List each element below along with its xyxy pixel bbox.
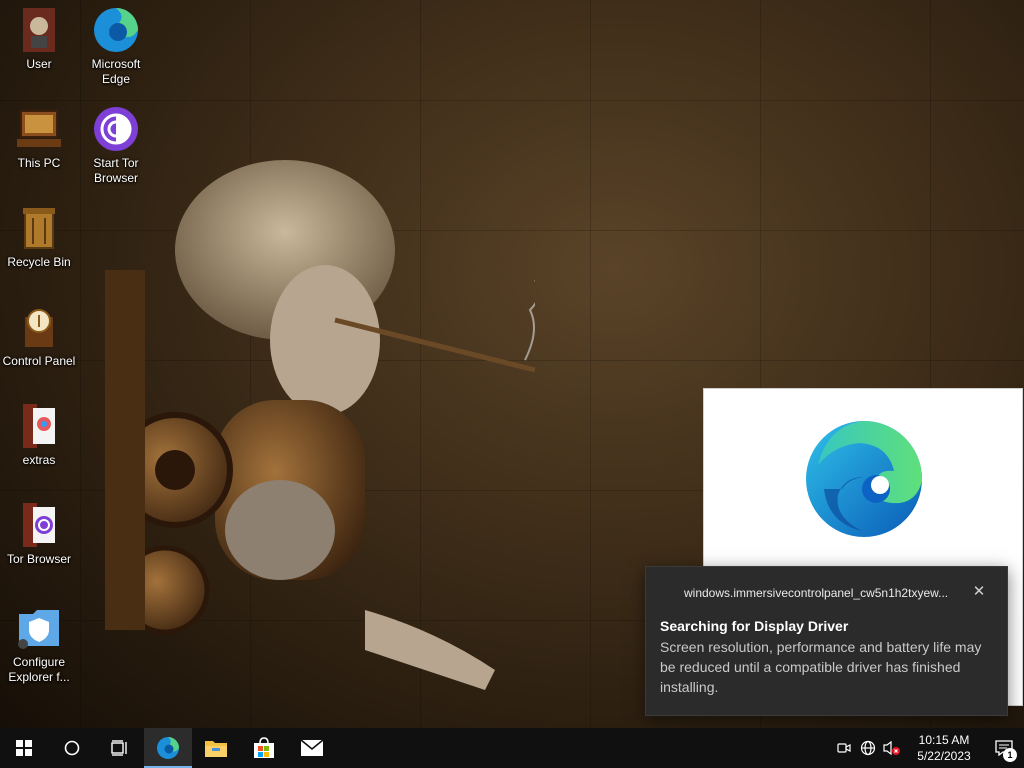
taskbar-edge-button[interactable] <box>144 728 192 768</box>
clock-time: 10:15 AM <box>918 733 970 747</box>
toast-title: Searching for Display Driver <box>660 618 849 634</box>
taskbar-clock[interactable]: 10:15 AM 5/22/2023 <box>904 732 984 764</box>
desktop-icon-label: Configure Explorer f... <box>8 655 70 684</box>
tor-browser-icon <box>15 501 63 549</box>
toast-body: Screen resolution, performance and batte… <box>660 639 982 695</box>
search-icon <box>64 740 80 756</box>
desktop-icon-start-tor-browser[interactable]: Start Tor Browser <box>78 105 154 186</box>
clock-date: 5/22/2023 <box>917 749 971 763</box>
desktop-icon-microsoft-edge[interactable]: Microsoft Edge <box>78 6 154 87</box>
task-view-icon <box>111 740 127 756</box>
toast-app-name: windows.immersivecontrolpanel_cw5n1h2txy… <box>684 586 949 600</box>
computer-icon <box>15 105 63 153</box>
start-button[interactable] <box>0 728 48 768</box>
desktop-icon-label: This PC <box>17 156 61 170</box>
toast-close-icon[interactable]: ✕ <box>969 583 989 603</box>
notification-count-badge: 1 <box>1003 748 1017 762</box>
desktop-icon-label: Start Tor Browser <box>93 156 139 185</box>
mail-icon <box>300 739 324 756</box>
taskbar-file-explorer-button[interactable] <box>192 728 240 768</box>
shield-folder-icon <box>15 604 63 652</box>
document-icon <box>15 402 63 450</box>
desktop-icon-label: Microsoft Edge <box>91 57 141 86</box>
desktop-icon-recycle-bin[interactable]: Recycle Bin <box>1 204 77 270</box>
desktop-icon-configure-explorer[interactable]: Configure Explorer f... <box>1 604 77 685</box>
desktop-icon-label: Tor Browser <box>6 552 71 566</box>
search-button[interactable] <box>48 728 96 768</box>
toast-notification[interactable]: windows.immersivecontrolpanel_cw5n1h2txy… <box>645 566 1008 716</box>
desktop-icon-control-panel[interactable]: Control Panel <box>1 303 77 369</box>
recycle-bin-icon <box>15 204 63 252</box>
user-folder-icon <box>15 6 63 54</box>
desktop-icon-label: Control Panel <box>2 354 76 368</box>
taskbar: 10:15 AM 5/22/2023 1 <box>0 728 1024 768</box>
system-tray: 10:15 AM 5/22/2023 1 <box>832 728 1024 768</box>
edge-icon <box>92 6 140 54</box>
desktop-icon-label: User <box>26 57 52 71</box>
store-icon <box>254 737 274 758</box>
file-explorer-icon <box>205 741 227 757</box>
desktop-icon-tor-browser[interactable]: Tor Browser <box>1 501 77 567</box>
action-center-button[interactable]: 1 <box>984 728 1024 768</box>
tor-icon <box>92 105 140 153</box>
control-panel-icon <box>15 303 63 351</box>
edge-logo-icon <box>804 419 924 544</box>
desktop-icon-label: Recycle Bin <box>7 255 71 269</box>
network-globe-icon[interactable] <box>856 728 880 768</box>
desktop-icon-label: extras <box>22 453 56 467</box>
meet-now-icon[interactable] <box>832 728 856 768</box>
desktop-icon-extras[interactable]: extras <box>1 402 77 468</box>
edge-icon <box>157 737 179 759</box>
task-view-button[interactable] <box>96 728 144 768</box>
volume-muted-icon[interactable] <box>880 728 904 768</box>
desktop-icon-user[interactable]: User <box>1 6 77 72</box>
taskbar-mail-button[interactable] <box>288 728 336 768</box>
start-icon <box>16 740 32 756</box>
desktop-icon-this-pc[interactable]: This PC <box>1 105 77 171</box>
taskbar-store-button[interactable] <box>240 728 288 768</box>
wallpaper-figure <box>105 160 535 690</box>
